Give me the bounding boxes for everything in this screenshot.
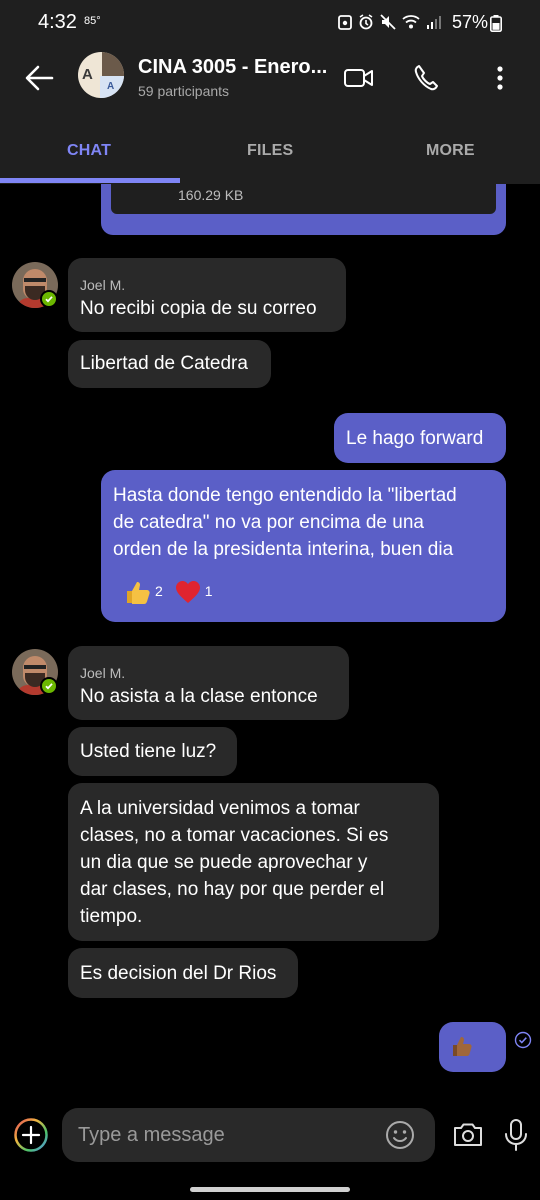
wifi-icon (402, 15, 420, 29)
message-text-line: orden de la presidenta interina, buen di… (113, 539, 454, 560)
heart-reaction-icon[interactable] (175, 580, 201, 604)
status-temperature: 85° (84, 15, 101, 27)
chat-title[interactable]: CINA 3005 - Enero... (138, 56, 327, 79)
active-tab-indicator (0, 178, 180, 183)
home-indicator (190, 1187, 350, 1192)
message-bubble-incoming[interactable]: A la universidad venimos a tomar clases,… (68, 783, 439, 941)
file-size: 160.29 KB (178, 187, 244, 203)
file-card[interactable]: 160.29 KB (111, 184, 496, 214)
message-text: No asista a la clase entonce (80, 686, 318, 707)
tab-bar: CHAT FILES MORE (0, 114, 540, 184)
reaction-count: 1 (204, 583, 213, 599)
message-bubble-outgoing[interactable]: Hasta donde tengo entendido la "libertad… (101, 470, 506, 622)
participants-count[interactable]: 59 participants (138, 83, 229, 99)
alarm-icon (359, 14, 373, 30)
battery-percent: 57% (452, 12, 489, 32)
message-text: Es decision del Dr Rios (80, 963, 277, 984)
message-bubble-incoming[interactable]: Es decision del Dr Rios (68, 948, 298, 998)
message-list[interactable]: 160.29 KB Joel M. No recibi copia de su … (0, 184, 540, 1100)
tab-files[interactable]: FILES (247, 142, 293, 160)
group-avatar[interactable]: A A (78, 52, 124, 98)
group-avatar-letter: A (82, 66, 93, 83)
tab-more[interactable]: MORE (426, 142, 475, 160)
group-avatar-letter-2: A (107, 81, 115, 92)
tab-chat[interactable]: CHAT (67, 142, 111, 160)
message-text: Libertad de Catedra (80, 353, 248, 374)
reactions-bar[interactable]: 2 1 (125, 578, 225, 605)
message-input[interactable] (78, 1118, 378, 1152)
status-time: 4:32 (38, 11, 77, 33)
message-text-line: un dia que se puede aprovechar y (80, 852, 368, 873)
message-bubble-incoming[interactable]: Libertad de Catedra (68, 340, 271, 388)
message-text-line: clases, no a tomar vacaciones. Si es (80, 825, 389, 846)
thumbs-up-emoji-icon (453, 1037, 472, 1056)
group-avatar-photo (102, 52, 124, 76)
status-bar: 4:32 85° 57% (0, 0, 540, 46)
message-text-line: Hasta donde tengo entendido la "libertad (113, 485, 457, 506)
status-icons (338, 14, 442, 30)
chat-header: A A CINA 3005 - Enero... 59 participants (0, 46, 540, 114)
message-composer (0, 1100, 540, 1200)
video-call-icon[interactable] (343, 62, 375, 94)
back-arrow-icon[interactable] (22, 60, 58, 96)
notification-icon (338, 15, 352, 30)
message-bubble-incoming[interactable]: Joel M. No recibi copia de su correo (68, 258, 346, 332)
microphone-icon[interactable] (500, 1117, 532, 1153)
message-input-box[interactable] (62, 1108, 435, 1162)
audio-call-icon[interactable] (411, 62, 443, 94)
group-avatar-tile: A (100, 76, 124, 98)
add-attachment-icon[interactable] (13, 1117, 49, 1153)
message-text: No recibi copia de su correo (80, 298, 317, 319)
message-text-line: A la universidad venimos a tomar (80, 798, 360, 819)
seen-check-icon (514, 1031, 532, 1049)
signal-icon (427, 16, 441, 29)
reaction-count: 2 (155, 583, 163, 599)
message-text: Usted tiene luz? (80, 741, 217, 762)
file-attachment-message[interactable]: 160.29 KB (101, 184, 506, 235)
camera-icon[interactable] (450, 1117, 486, 1153)
message-text-line: tiempo. (80, 906, 143, 927)
message-text: Le hago forward (346, 428, 484, 449)
message-bubble-outgoing[interactable]: Le hago forward (334, 413, 506, 463)
mute-icon (380, 14, 396, 30)
thumbs-up-reaction-icon[interactable] (125, 580, 151, 604)
message-bubble-incoming[interactable]: Usted tiene luz? (68, 727, 237, 776)
battery-icon (490, 15, 502, 32)
presence-available-icon (40, 677, 58, 695)
presence-available-icon (40, 290, 58, 308)
emoji-icon[interactable] (382, 1117, 418, 1153)
message-bubble-incoming[interactable]: Joel M. No asista a la clase entonce (68, 646, 349, 720)
message-text-line: dar clases, no hay por que perder el (80, 879, 385, 900)
more-options-icon[interactable] (484, 62, 516, 94)
message-bubble-outgoing[interactable] (439, 1022, 506, 1072)
message-text-line: de catedra" no va por encima de una (113, 512, 424, 533)
